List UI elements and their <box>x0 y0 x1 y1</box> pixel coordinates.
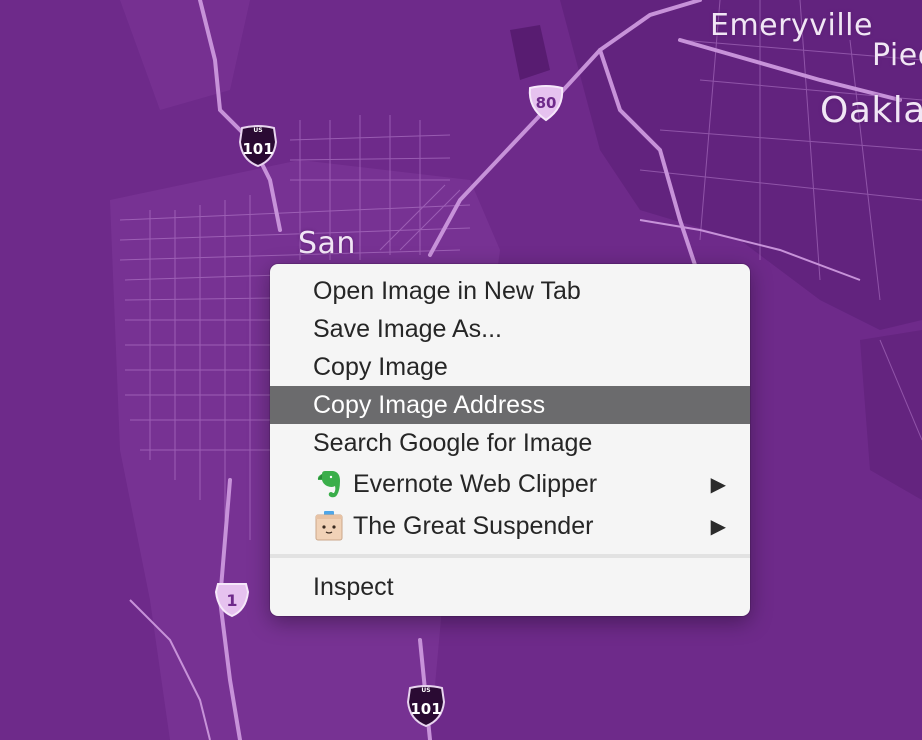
us-101-shield-top-label: US <box>253 127 263 134</box>
menu-item-label: The Great Suspender <box>353 511 594 540</box>
us-101-shield-number: 101 <box>242 140 274 158</box>
menu-item-label: Copy Image <box>313 352 448 381</box>
menu-item-label: Evernote Web Clipper <box>353 469 598 498</box>
menu-item-copy-image-address[interactable]: Copy Image Address <box>270 386 750 424</box>
evernote-elephant-icon <box>313 468 345 500</box>
menu-separator <box>270 554 750 558</box>
ca-1-shield-number: 1 <box>226 590 238 610</box>
menu-item-save-image-as[interactable]: Save Image As... <box>270 310 750 348</box>
menu-item-great-suspender[interactable]: The Great Suspender ▶ <box>270 505 750 547</box>
i-80-shield-icon: 80 <box>526 82 566 122</box>
menu-item-label: Open Image in New Tab <box>313 276 581 305</box>
submenu-arrow-icon: ▶ <box>710 473 726 496</box>
menu-item-label: Save Image As... <box>313 314 502 343</box>
map-label-piedmont: Pied <box>872 38 922 73</box>
menu-item-label: Search Google for Image <box>313 428 593 457</box>
map-label-oakland: Oaklan <box>820 90 922 131</box>
menu-item-search-google-for-image[interactable]: Search Google for Image <box>270 424 750 462</box>
map-label-san-francisco: San <box>298 226 356 261</box>
great-suspender-face-icon <box>313 510 345 542</box>
context-menu: Open Image in New Tab Save Image As... C… <box>270 264 750 616</box>
submenu-arrow-icon: ▶ <box>710 515 726 538</box>
map-label-emeryville: Emeryville <box>710 8 873 43</box>
i-80-shield-number: 80 <box>535 94 557 112</box>
menu-item-label: Copy Image Address <box>313 390 546 419</box>
us-101-shield-icon: US 101 <box>236 124 280 168</box>
menu-item-label: Inspect <box>313 572 394 601</box>
us-101-shield-bottom-top-label: US <box>421 687 431 694</box>
menu-item-open-image-new-tab[interactable]: Open Image in New Tab <box>270 272 750 310</box>
us-101-shield-bottom-icon: US 101 <box>404 684 448 728</box>
us-101-shield-bottom-number: 101 <box>410 700 442 718</box>
menu-item-copy-image[interactable]: Copy Image <box>270 348 750 386</box>
ca-1-shield-icon: 1 <box>212 578 252 618</box>
menu-item-evernote-web-clipper[interactable]: Evernote Web Clipper ▶ <box>270 463 750 505</box>
menu-item-inspect[interactable]: Inspect <box>270 568 750 606</box>
